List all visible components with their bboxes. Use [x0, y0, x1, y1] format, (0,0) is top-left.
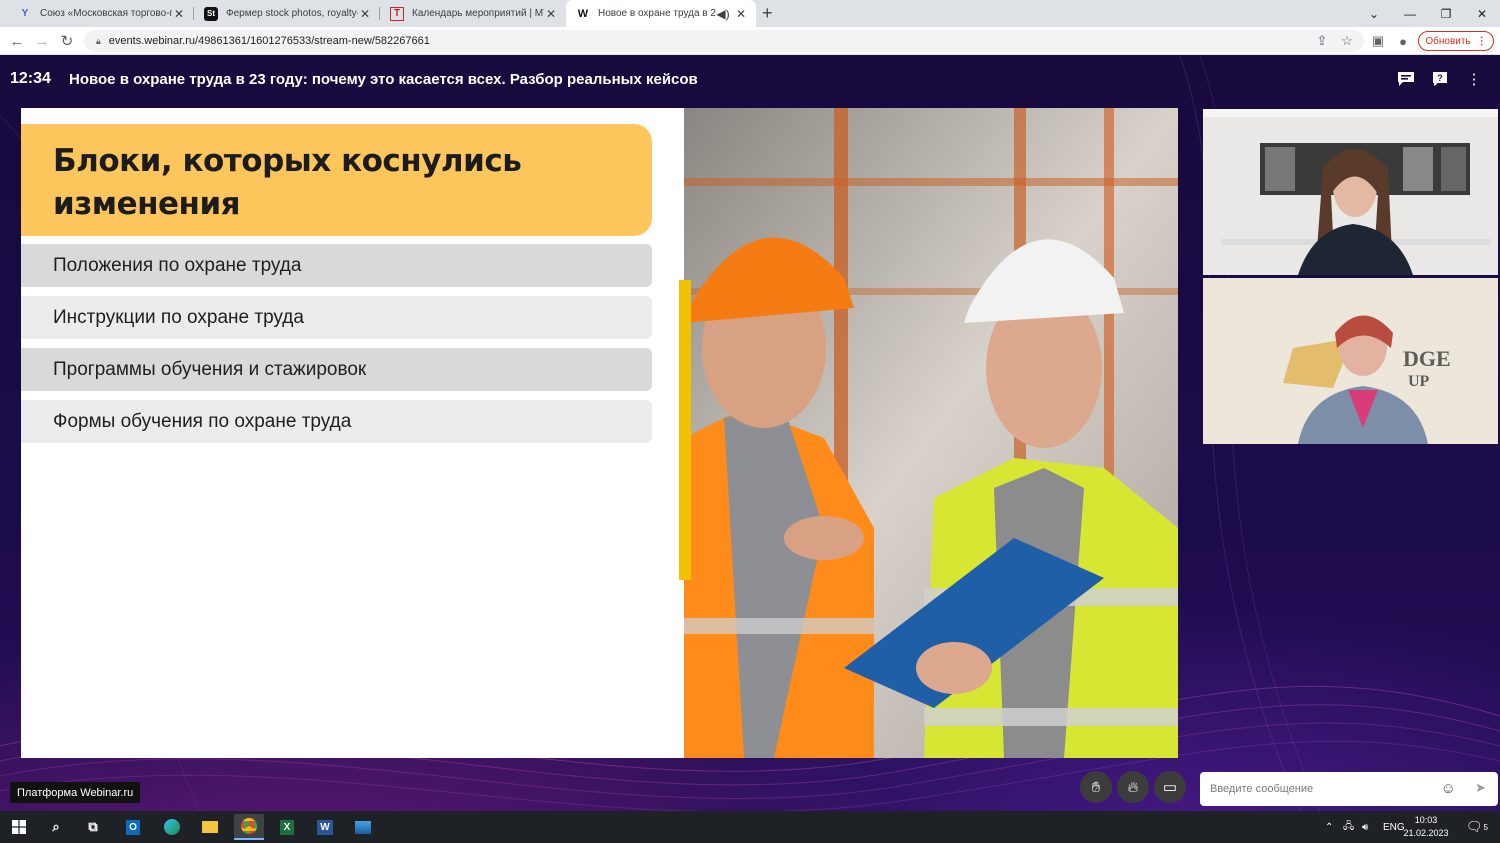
- stock-favicon-icon: St: [204, 6, 218, 21]
- raise-hand-button[interactable]: ✋︎: [1080, 771, 1112, 803]
- minimize-icon[interactable]: —: [1392, 0, 1428, 27]
- update-browser-button[interactable]: Обновить ⋮: [1418, 31, 1494, 51]
- chrome-icon[interactable]: [234, 814, 264, 840]
- speaker-icon[interactable]: ◀): [716, 7, 730, 21]
- svg-text:UP: UP: [1408, 373, 1430, 390]
- more-menu-icon[interactable]: ⋮: [1463, 68, 1485, 90]
- file-explorer-icon[interactable]: [195, 814, 225, 840]
- send-icon[interactable]: ➤: [1475, 780, 1486, 796]
- browser-toolbar: ← → ↻ 🔒︎ events.webinar.ru/49861361/1601…: [0, 27, 1500, 55]
- lock-icon: 🔒︎: [96, 35, 101, 46]
- windows-start-icon[interactable]: [4, 814, 34, 840]
- search-icon[interactable]: ⌕: [41, 814, 71, 840]
- svg-text:?: ?: [1437, 73, 1443, 83]
- chat-icon[interactable]: [1395, 68, 1417, 90]
- notifications-icon[interactable]: 🗨︎ 5: [1466, 811, 1488, 843]
- presentation-slide: Блоки, которых коснулись изменения Полож…: [21, 108, 1178, 758]
- task-view-icon[interactable]: ⧉: [78, 814, 108, 840]
- svg-text:DGE: DGE: [1403, 346, 1451, 371]
- profile-avatar-icon[interactable]: ●: [1393, 31, 1413, 51]
- back-arrow-icon[interactable]: ←: [7, 31, 27, 51]
- question-icon[interactable]: ?: [1429, 68, 1451, 90]
- bookmark-star-icon[interactable]: ☆: [1337, 31, 1357, 51]
- platform-badge: Платформа Webinar.ru: [10, 782, 141, 803]
- share-icon[interactable]: ⇪: [1312, 31, 1332, 51]
- slide-list-item: Формы обучения по охране труда: [21, 400, 652, 443]
- yandex-favicon-icon: Y: [21, 8, 29, 19]
- picture-in-picture-button[interactable]: ▭: [1154, 771, 1186, 803]
- side-panel-icon[interactable]: ▣: [1368, 31, 1388, 51]
- close-tab-icon[interactable]: ✕: [544, 7, 558, 21]
- photos-icon[interactable]: [348, 814, 378, 840]
- excel-icon[interactable]: X: [272, 814, 302, 840]
- browser-tab[interactable]: St Фермер stock photos, royalty-fre ✕: [194, 0, 380, 27]
- close-tab-icon[interactable]: ✕: [358, 7, 372, 21]
- slide-list-item: Инструкции по охране труда: [21, 296, 652, 339]
- slide-list-item: Положения по охране труда: [21, 244, 652, 287]
- url-text: events.webinar.ru/49861361/1601276533/st…: [108, 35, 430, 47]
- reload-icon[interactable]: ↻: [57, 31, 77, 51]
- webinar-favicon-icon: W: [577, 7, 589, 20]
- reaction-button[interactable]: 🔥︎: [1117, 771, 1149, 803]
- close-tab-icon[interactable]: ✕: [734, 7, 748, 21]
- kebab-menu-icon: ⋮: [1476, 35, 1487, 47]
- edge-icon[interactable]: [157, 814, 187, 840]
- browser-tab-bar: Y Союз «Московская торгово-пр ✕ St Ферме…: [0, 0, 1500, 27]
- address-bar[interactable]: 🔒︎ events.webinar.ru/49861361/1601276533…: [84, 30, 1364, 52]
- windows-taskbar: ⌕ ⧉ O X W ⌃ 🖧︎ 🔊︎ ENG 10:03 21.02.2023 🗨…: [0, 811, 1500, 843]
- chat-input[interactable]: Введите сообщение ☺ ➤: [1200, 772, 1498, 806]
- calendar-favicon-icon: T: [390, 6, 404, 21]
- outlook-icon[interactable]: O: [118, 814, 148, 840]
- close-window-icon[interactable]: ✕: [1464, 0, 1500, 27]
- system-clock[interactable]: 10:03 21.02.2023: [1400, 814, 1452, 840]
- slide-heading-box: Блоки, которых коснулись изменения: [21, 124, 652, 236]
- browser-tab[interactable]: T Календарь мероприятий | МТП ✕: [380, 0, 566, 27]
- tab-search-icon[interactable]: ⌄: [1356, 0, 1392, 27]
- video-options-icon[interactable]: · · ·: [1486, 246, 1490, 270]
- slide-heading: Блоки, которых коснулись изменения: [53, 143, 522, 222]
- close-tab-icon[interactable]: ✕: [172, 7, 186, 21]
- webinar-timer: 12:34: [10, 70, 51, 87]
- browser-tab-active[interactable]: W Новое в охране труда в 23 ◀) ✕: [566, 0, 756, 27]
- volume-icon[interactable]: 🔊︎: [1362, 811, 1368, 843]
- browser-tab[interactable]: Y Союз «Московская торгово-пр ✕: [8, 0, 194, 27]
- emoji-icon[interactable]: ☺: [1441, 780, 1456, 797]
- speaker-video-1[interactable]: · · ·: [1203, 109, 1498, 275]
- slide-accent-bar: [679, 280, 691, 580]
- slide-list-item: Программы обучения и стажировок: [21, 348, 652, 391]
- word-icon[interactable]: W: [310, 814, 340, 840]
- speaker-video-2[interactable]: DGE UP: [1203, 278, 1498, 444]
- workers-photo: [684, 108, 1178, 758]
- forward-arrow-icon[interactable]: →: [32, 31, 52, 51]
- webinar-title: Новое в охране труда в 23 году: почему э…: [69, 71, 698, 88]
- new-tab-button[interactable]: +: [762, 3, 773, 24]
- webinar-stage: 12:34 Новое в охране труда в 23 году: по…: [0, 56, 1500, 811]
- network-icon[interactable]: 🖧︎: [1343, 811, 1354, 843]
- restore-icon[interactable]: ❐: [1428, 0, 1464, 27]
- tray-chevron-icon[interactable]: ⌃: [1325, 811, 1333, 843]
